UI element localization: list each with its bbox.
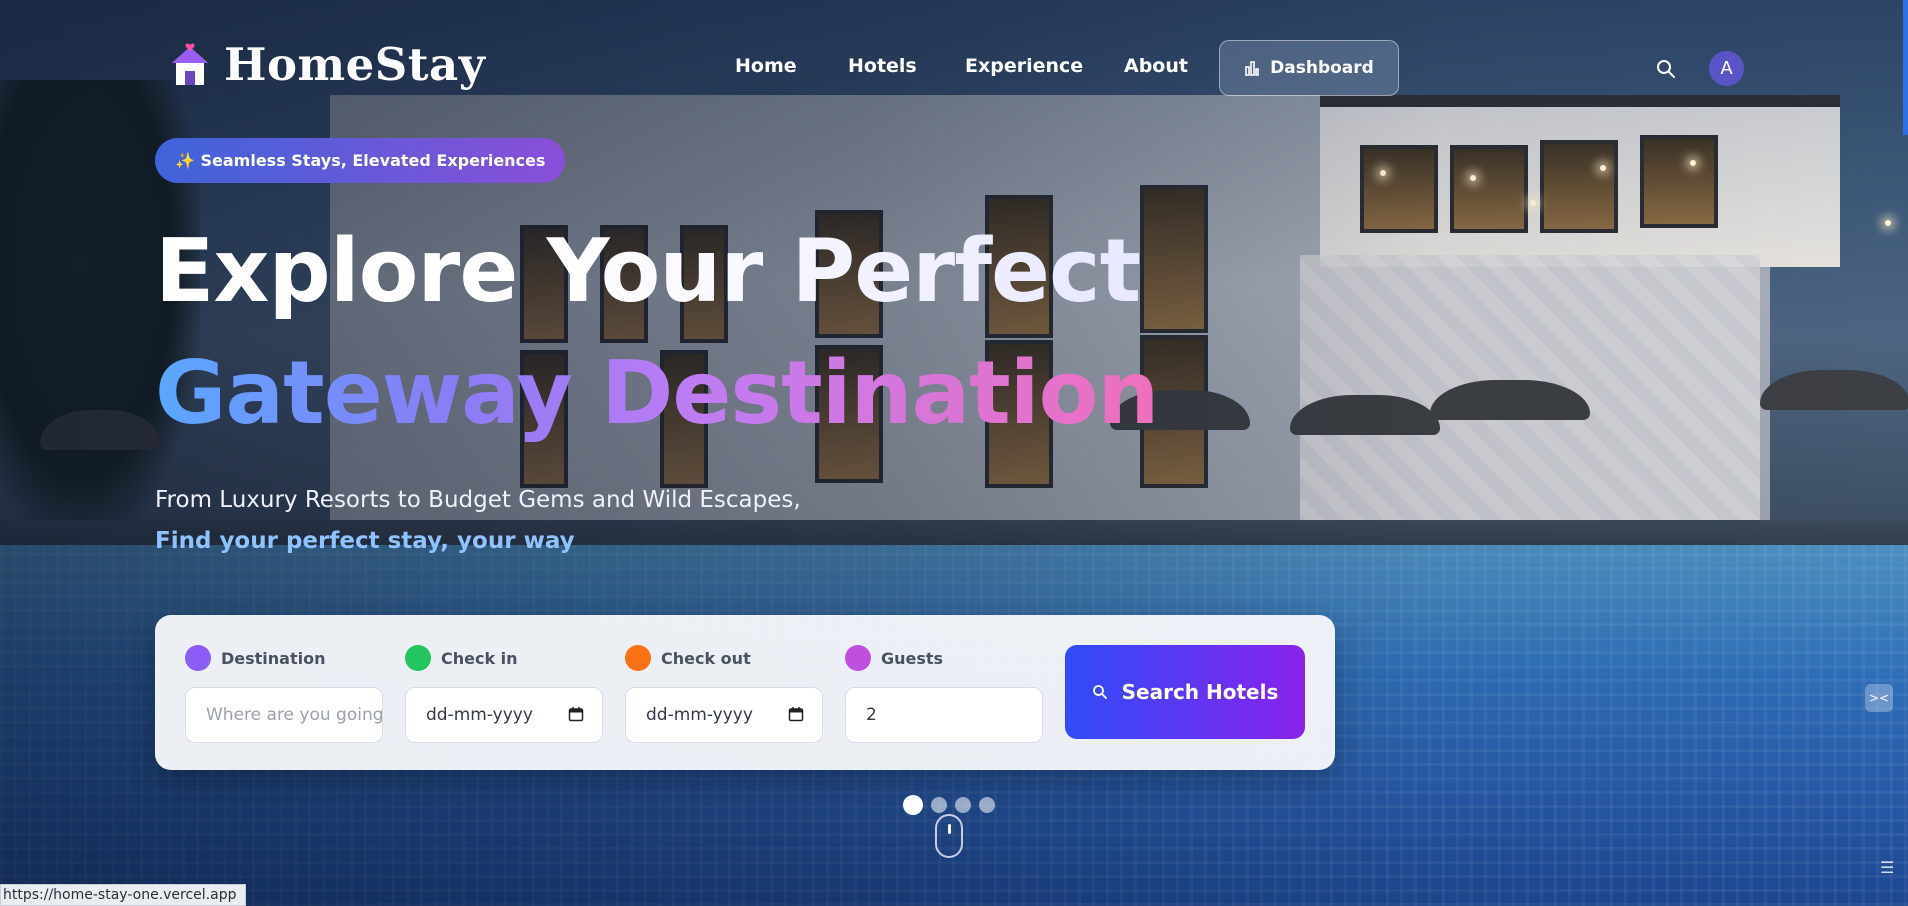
check-in-input[interactable]: dd-mm-yyyy [405, 687, 603, 743]
calendar-icon[interactable] [788, 706, 804, 722]
check-out-input[interactable]: dd-mm-yyyy [625, 687, 823, 743]
check-in-dot-icon [405, 645, 431, 671]
hero-title-line2: Gateway Destination [155, 342, 1159, 444]
destination-label: Destination [221, 648, 326, 668]
menu-lines-icon[interactable]: ☰ [1880, 858, 1894, 877]
search-hotels-label: Search Hotels [1121, 680, 1279, 704]
nav-about-link[interactable]: About [1124, 55, 1188, 77]
destination-input[interactable]: Where are you going? [185, 687, 383, 743]
search-hotels-button[interactable]: Search Hotels [1065, 645, 1305, 739]
check-in-value: dd-mm-yyyy [426, 705, 533, 725]
search-card: Destination Where are you going? Check i… [155, 615, 1335, 770]
bar-chart-icon [1245, 61, 1259, 76]
search-icon [1092, 685, 1107, 699]
carousel-dot-2[interactable] [931, 797, 947, 813]
check-out-field: Check out dd-mm-yyyy [625, 645, 823, 743]
search-icon[interactable] [1655, 58, 1677, 80]
nav-hotels-link[interactable]: Hotels [848, 55, 917, 77]
calendar-icon[interactable] [568, 706, 584, 722]
nav-home-link[interactable]: Home [735, 55, 797, 77]
destination-dot-icon [185, 645, 211, 671]
guests-field: Guests 2 [845, 645, 1043, 743]
user-avatar[interactable]: A [1709, 51, 1744, 86]
collapse-panel-icon[interactable]: >< [1865, 684, 1893, 712]
carousel-dot-3[interactable] [955, 797, 971, 813]
carousel-indicators [903, 795, 995, 815]
brand-name: HomeStay [224, 38, 486, 91]
status-bar-url: https://home-stay-one.vercel.app [0, 884, 246, 906]
hero-background-image [0, 0, 1908, 906]
guests-label: Guests [881, 648, 944, 668]
guests-dot-icon [845, 645, 871, 671]
check-out-value: dd-mm-yyyy [646, 705, 753, 725]
dashboard-button[interactable]: Dashboard [1219, 40, 1399, 96]
check-out-label: Check out [661, 648, 751, 668]
check-out-dot-icon [625, 645, 651, 671]
scroll-mouse-icon[interactable] [935, 814, 963, 858]
dashboard-label: Dashboard [1270, 58, 1374, 78]
check-in-field: Check in dd-mm-yyyy [405, 645, 603, 743]
destination-field: Destination Where are you going? [185, 645, 383, 743]
carousel-dot-1[interactable] [903, 795, 923, 815]
house-icon [172, 43, 208, 85]
hero-subtitle-line1: From Luxury Resorts to Budget Gems and W… [155, 487, 801, 513]
hero-title-line1: Explore Your Perfect [155, 220, 1141, 322]
page-scrollbar[interactable] [1903, 0, 1908, 135]
brand-logo[interactable]: HomeStay [170, 38, 485, 91]
hero-subtitle-line2: Find your perfect stay, your way [155, 528, 575, 554]
tagline-badge: ✨ Seamless Stays, Elevated Experiences [155, 138, 566, 183]
check-in-label: Check in [441, 648, 518, 668]
guests-input[interactable]: 2 [845, 687, 1043, 743]
carousel-dot-4[interactable] [979, 797, 995, 813]
nav-experience-link[interactable]: Experience [965, 55, 1083, 77]
